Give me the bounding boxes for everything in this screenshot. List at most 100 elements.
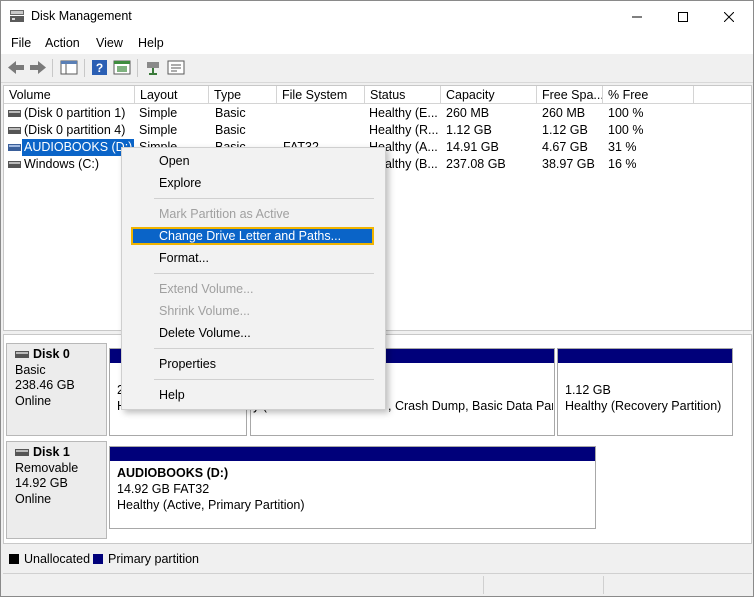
menu-separator: [154, 198, 374, 199]
toolbar: ?: [1, 54, 753, 83]
partition-disk0-recovery[interactable]: 1.12 GB Healthy (Recovery Partition): [557, 348, 733, 436]
disk-1-kind: Removable: [15, 460, 79, 475]
action-pane-icon[interactable]: [113, 59, 131, 76]
partition-audiobooks[interactable]: AUDIOBOOKS (D:) 14.92 GB FAT32 Healthy (…: [109, 446, 596, 529]
cell-layout: Simple: [139, 123, 178, 137]
menu-file[interactable]: File: [11, 36, 31, 50]
settings-icon[interactable]: [167, 59, 185, 76]
context-menu: Open Explore Mark Partition as Active Ch…: [121, 147, 386, 410]
partition-status-detail: , Crash Dump, Basic Data Partiti: [388, 399, 553, 413]
menu-view[interactable]: View: [96, 36, 123, 50]
primary-partition-swatch: [93, 554, 103, 564]
cell-percent-free: 31 %: [608, 140, 637, 154]
cell-status: Healthy (R...: [369, 123, 439, 137]
column-header-volume[interactable]: Volume: [4, 86, 135, 104]
table-row[interactable]: (Disk 0 partition 4) Simple Basic Health…: [4, 122, 751, 139]
menu-item-properties[interactable]: Properties: [159, 357, 216, 371]
column-header-file-system[interactable]: File System: [277, 86, 365, 104]
cell-capacity: 237.08 GB: [446, 157, 506, 171]
primary-partition-bar: [558, 349, 732, 363]
disk-management-icon: [10, 10, 24, 22]
disk-0-size: 238.46 GB: [15, 378, 75, 392]
connect-icon[interactable]: [145, 59, 163, 76]
disk-icon: [15, 351, 29, 359]
cell-free-space: 38.97 GB: [542, 157, 595, 171]
toolbar-separator: [52, 59, 53, 77]
cell-free-space: 260 MB: [542, 106, 586, 120]
unallocated-swatch: [9, 554, 19, 564]
cell-volume: Windows (C:): [24, 157, 100, 171]
disk-1-name: Disk 1: [33, 445, 70, 459]
console-tree-icon[interactable]: [60, 59, 78, 76]
minimize-icon: [632, 16, 642, 17]
disk-1-size: 14.92 GB: [15, 476, 68, 490]
column-header-status[interactable]: Status: [365, 86, 441, 104]
help-icon[interactable]: ?: [91, 59, 109, 76]
disk-icon: [15, 449, 29, 457]
cell-capacity: 14.91 GB: [446, 140, 499, 154]
forward-arrow-icon[interactable]: [29, 59, 47, 76]
cell-percent-free: 16 %: [608, 157, 637, 171]
table-row[interactable]: (Disk 0 partition 1) Simple Basic Health…: [4, 105, 751, 122]
menu-separator: [154, 379, 374, 380]
column-header-filler: [694, 86, 751, 104]
partition-size: 14.92 GB FAT32: [117, 482, 210, 496]
cell-percent-free: 100 %: [608, 106, 644, 120]
drive-icon: [8, 144, 21, 151]
cell-free-space: 1.12 GB: [542, 123, 588, 137]
legend-primary-partition: Primary partition: [108, 552, 199, 566]
column-header-capacity[interactable]: Capacity: [441, 86, 537, 104]
menu-item-explore[interactable]: Explore: [159, 176, 201, 190]
menu-item-shrink-volume: Shrink Volume...: [159, 304, 251, 318]
menu-action[interactable]: Action: [45, 36, 80, 50]
svg-text:?: ?: [96, 61, 103, 75]
column-header-free-space[interactable]: Free Spa...: [537, 86, 603, 104]
menu-item-change-drive-letter[interactable]: Change Drive Letter and Paths...: [159, 229, 341, 243]
status-divider: [603, 576, 604, 594]
column-header-layout[interactable]: Layout: [135, 86, 209, 104]
toolbar-separator: [137, 59, 138, 77]
title-bar[interactable]: Disk Management: [1, 1, 753, 32]
menu-item-open[interactable]: Open: [159, 154, 190, 168]
menu-item-mark-partition-active: Mark Partition as Active: [159, 207, 290, 221]
primary-partition-bar: [110, 447, 595, 461]
legend-unallocated: Unallocated: [24, 552, 91, 566]
maximize-icon: [678, 11, 688, 22]
disk-0-kind: Basic: [15, 362, 46, 377]
menu-item-help[interactable]: Help: [159, 388, 185, 402]
cell-type: Basic: [215, 106, 246, 120]
menu-help[interactable]: Help: [138, 36, 164, 50]
disk-0-info[interactable]: Disk 0 Basic 238.46 GB Online: [6, 343, 107, 436]
menu-separator: [154, 273, 374, 274]
disk-0-state: Online: [15, 393, 52, 408]
disk-1-state: Online: [15, 491, 52, 506]
drive-icon: [8, 127, 21, 134]
minimize-button[interactable]: [614, 1, 660, 32]
cell-percent-free: 100 %: [608, 123, 644, 137]
cell-free-space: 4.67 GB: [542, 140, 588, 154]
cell-volume: (Disk 0 partition 4): [24, 123, 126, 137]
cell-type: Basic: [215, 123, 246, 137]
maximize-button[interactable]: [660, 1, 706, 32]
close-button[interactable]: [706, 1, 752, 32]
column-header-type[interactable]: Type: [209, 86, 277, 104]
status-bar: [3, 573, 752, 596]
column-header-percent-free[interactable]: % Free: [603, 86, 694, 104]
cell-volume: (Disk 0 partition 1): [24, 106, 126, 120]
status-divider: [483, 576, 484, 594]
close-icon: [724, 11, 734, 22]
partition-status: Healthy (Active, Primary Partition): [117, 498, 305, 512]
legend: Unallocated Primary partition: [3, 547, 752, 571]
back-arrow-icon[interactable]: [7, 59, 25, 76]
cell-layout: Simple: [139, 106, 178, 120]
window-title: Disk Management: [31, 9, 132, 23]
menu-item-extend-volume: Extend Volume...: [159, 282, 254, 296]
drive-icon: [8, 110, 21, 117]
toolbar-separator: [84, 59, 85, 77]
menu-item-format[interactable]: Format...: [159, 251, 209, 265]
menu-item-delete-volume[interactable]: Delete Volume...: [159, 326, 251, 340]
disk-1-info[interactable]: Disk 1 Removable 14.92 GB Online: [6, 441, 107, 539]
menu-bar: File Action View Help: [1, 32, 753, 54]
drive-icon: [8, 161, 21, 168]
cell-volume: AUDIOBOOKS (D:): [22, 139, 135, 156]
